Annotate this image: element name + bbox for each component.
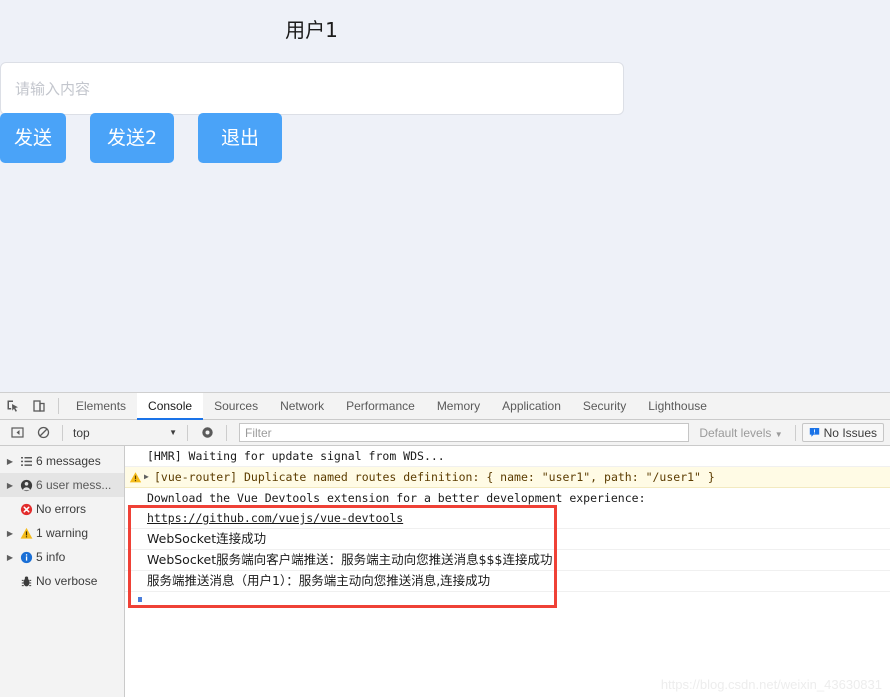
console-log-row[interactable]: WebSocket服务端向客户端推送：服务端主动向您推送消息$$$连接成功 (125, 550, 890, 571)
filterbar-divider-2 (187, 424, 188, 441)
console-log-text: WebSocket服务端向客户端推送：服务端主动向您推送消息$$$连接成功 (147, 552, 553, 567)
chevron-down-icon: ▼ (169, 428, 177, 437)
devtools-tabbar: Elements Console Sources Network Perform… (0, 392, 890, 420)
devtools-panel: Elements Console Sources Network Perform… (0, 392, 890, 698)
console-sidebar: ▶ 6 messages ▶ 6 user mess... No errors … (0, 446, 125, 697)
sidebar-item-verbose[interactable]: No verbose (0, 569, 124, 593)
watermark-text: https://blog.csdn.net/weixin_43630831 (660, 677, 882, 692)
sidebar-item-label: 6 messages (36, 454, 101, 468)
issues-button[interactable]: No Issues (801, 423, 884, 442)
toolbar-divider (58, 398, 59, 414)
tab-memory[interactable]: Memory (426, 393, 491, 420)
console-log-text: [HMR] Waiting for update signal from WDS… (147, 449, 445, 463)
console-log-row[interactable]: [HMR] Waiting for update signal from WDS… (125, 446, 890, 467)
tab-network[interactable]: Network (269, 393, 335, 420)
vue-devtools-link[interactable]: https://github.com/vuejs/vue-devtools (147, 511, 403, 525)
sidebar-toggle-icon[interactable] (4, 420, 30, 446)
log-levels-select[interactable]: Default levels ▼ (693, 426, 788, 440)
info-icon (16, 551, 36, 564)
device-toolbar-icon[interactable] (26, 393, 52, 419)
console-warning-row[interactable]: ▶ [vue-router] Duplicate named routes de… (125, 467, 890, 488)
sidebar-item-warnings[interactable]: ▶ 1 warning (0, 521, 124, 545)
log-levels-label: Default levels (699, 425, 772, 440)
console-log-row[interactable]: Download the Vue Devtools extension for … (125, 488, 890, 508)
execution-context-select[interactable]: top ▼ (69, 426, 181, 440)
tab-console[interactable]: Console (137, 392, 204, 420)
warning-icon (129, 470, 142, 483)
user-icon (16, 479, 36, 492)
issues-label: No Issues (823, 425, 877, 440)
execution-context-value: top (73, 425, 90, 440)
console-log-text: WebSocket连接成功 (147, 531, 267, 546)
expand-arrow-icon[interactable]: ▶ (4, 457, 16, 466)
sidebar-item-errors[interactable]: No errors (0, 497, 124, 521)
console-body: ▶ 6 messages ▶ 6 user mess... No errors … (0, 446, 890, 697)
expand-arrow-icon[interactable]: ▶ (4, 553, 16, 562)
issues-bubble-icon (809, 427, 820, 438)
inspect-element-icon[interactable] (0, 393, 26, 419)
send2-button[interactable]: 发送2 (90, 113, 175, 163)
sidebar-item-user-messages[interactable]: ▶ 6 user mess... (0, 473, 124, 497)
sidebar-item-messages[interactable]: ▶ 6 messages (0, 449, 124, 473)
filterbar-divider-1 (62, 424, 63, 441)
console-log-row[interactable]: 服务端推送消息（用户1）：服务端主动向您推送消息,连接成功 (125, 571, 890, 592)
tab-sources[interactable]: Sources (203, 393, 269, 420)
expand-arrow-icon[interactable]: ▶ (144, 467, 149, 487)
console-filter-input[interactable] (239, 423, 690, 442)
exit-button[interactable]: 退出 (198, 113, 283, 163)
tab-performance[interactable]: Performance (335, 393, 426, 420)
console-log-text: [vue-router] Duplicate named routes defi… (154, 470, 715, 484)
console-log-text: Download the Vue Devtools extension for … (147, 491, 646, 505)
tab-security[interactable]: Security (572, 393, 637, 420)
action-button-row: 发送 发送2 退出 (0, 113, 283, 163)
chevron-down-icon: ▼ (774, 429, 783, 439)
warning-icon (16, 527, 36, 540)
console-log-link-row[interactable]: https://github.com/vuejs/vue-devtools (125, 508, 890, 529)
clear-console-icon[interactable] (30, 420, 56, 446)
web-page-content: 用户1 发送 发送2 退出 (0, 0, 890, 392)
console-prompt[interactable] (125, 592, 890, 614)
tab-elements[interactable]: Elements (65, 393, 137, 420)
filterbar-divider-4 (794, 424, 796, 441)
message-input[interactable] (0, 62, 624, 115)
sidebar-item-label: No errors (36, 502, 87, 516)
expand-arrow-icon[interactable]: ▶ (4, 481, 16, 490)
list-icon (16, 455, 36, 468)
console-log-text: 服务端推送消息（用户1）：服务端主动向您推送消息,连接成功 (147, 573, 491, 588)
sidebar-item-info[interactable]: ▶ 5 info (0, 545, 124, 569)
console-log-row[interactable]: WebSocket连接成功 (125, 529, 890, 550)
console-output[interactable]: [HMR] Waiting for update signal from WDS… (125, 446, 890, 697)
sidebar-item-label: 6 user mess... (36, 478, 112, 492)
console-prompt-caret (138, 597, 142, 602)
console-filter-bar: top ▼ Default levels ▼ No Iss (0, 420, 890, 446)
sidebar-item-label: No verbose (36, 574, 98, 588)
live-expression-eye-icon[interactable] (194, 420, 220, 446)
error-icon (16, 503, 36, 516)
send-button[interactable]: 发送 (0, 113, 67, 163)
sidebar-item-label: 5 info (36, 550, 66, 564)
sidebar-item-label: 1 warning (36, 526, 89, 540)
tab-application[interactable]: Application (491, 393, 572, 420)
devtools-tab-list: Elements Console Sources Network Perform… (65, 392, 718, 420)
verbose-bug-icon (16, 575, 36, 588)
page-title: 用户1 (285, 18, 338, 42)
filterbar-divider-3 (226, 424, 227, 441)
expand-arrow-icon[interactable]: ▶ (4, 529, 16, 538)
tab-lighthouse[interactable]: Lighthouse (637, 393, 718, 420)
